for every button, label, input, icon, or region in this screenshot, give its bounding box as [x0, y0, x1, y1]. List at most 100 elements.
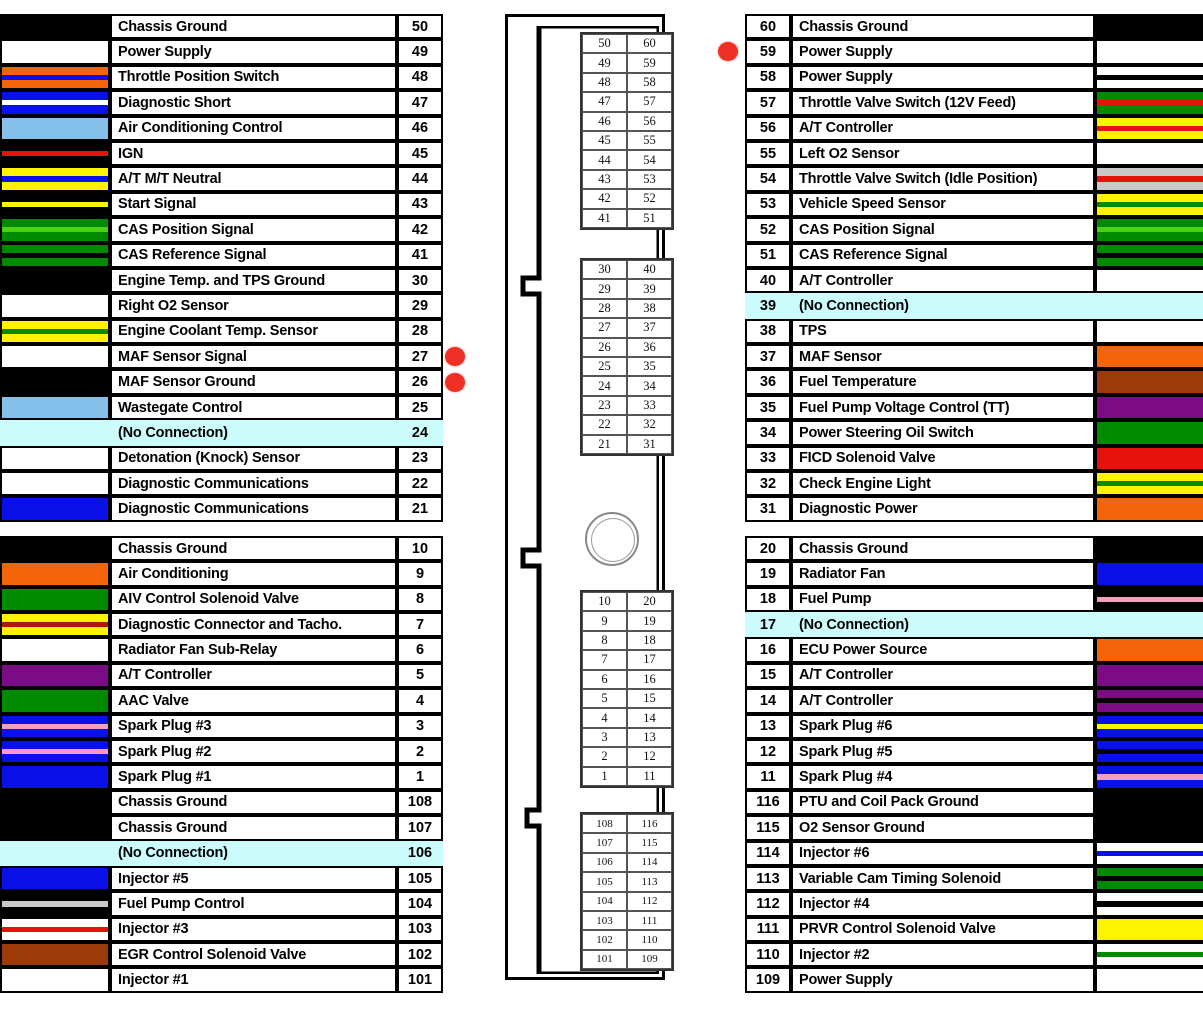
- table-row: 14 A/T Controller: [745, 688, 1203, 714]
- connector-pin: 42: [582, 189, 627, 209]
- connector-pin: 20: [627, 592, 672, 612]
- wire-stripe-yellow: [1097, 918, 1203, 941]
- pin-function-label: A/T Controller: [110, 662, 397, 689]
- pin-number: 55: [745, 140, 791, 167]
- wire-stripe-white: [2, 918, 108, 927]
- wire-stripe-green: [1097, 219, 1203, 228]
- wire-stripe-yellow: [2, 168, 108, 177]
- pin-function-label: Diagnostic Communications: [110, 471, 397, 497]
- pin-number: 39: [745, 293, 791, 319]
- pin-number: 5: [397, 662, 443, 689]
- wire-color-swatch: [0, 713, 110, 739]
- connector-pin: 105: [582, 872, 627, 892]
- wire-stripe-black: [2, 156, 108, 165]
- table-row: 52 CAS Position Signal: [745, 217, 1203, 243]
- pin-function-label: Chassis Ground: [110, 535, 397, 562]
- wire-stripe-white: [2, 41, 108, 63]
- connector-pin: 112: [627, 891, 672, 911]
- wire-stripe-white: [1097, 80, 1203, 89]
- pin-block-101-116: 108 116 107 115 106 114 105 113 104 112 103 111 102 1…: [580, 812, 674, 972]
- connector-pin: 12: [627, 747, 672, 767]
- connector-pin: 108: [582, 814, 627, 834]
- wire-stripe-yellow: [1097, 117, 1203, 126]
- connector-pin: 57: [627, 92, 672, 112]
- pin-number: 7: [397, 611, 443, 638]
- wire-color-swatch: [0, 586, 110, 612]
- connector-pin: 18: [627, 630, 672, 651]
- wire-color-swatch: [0, 496, 110, 522]
- table-row: Engine Coolant Temp. Sensor 28: [0, 318, 443, 345]
- wire-stripe-green: [2, 690, 108, 712]
- wire-stripe-white: [1097, 41, 1203, 63]
- connector-pin: 21: [582, 434, 627, 454]
- wire-stripe-black: [1097, 817, 1203, 839]
- table-row: 18 Fuel Pump: [745, 586, 1203, 612]
- connector-pin: 114: [627, 852, 672, 873]
- wire-stripe-black: [2, 371, 108, 393]
- wire-stripe-green: [1097, 867, 1203, 877]
- wire-color-swatch: [0, 535, 110, 562]
- pin-number: 49: [397, 39, 443, 65]
- pin-function-label: Variable Cam Timing Solenoid: [791, 865, 1095, 892]
- wire-stripe-orange: [1097, 639, 1203, 661]
- pin-number: 21: [397, 496, 443, 522]
- table-row: Air Conditioning Control 46: [0, 115, 443, 141]
- wire-color-swatch: [0, 217, 110, 243]
- connector-pin: 40: [627, 260, 672, 280]
- table-row: IGN 45: [0, 140, 443, 167]
- table-row: 55 Left O2 Sensor: [745, 140, 1203, 167]
- wire-stripe-yellow: [2, 614, 108, 623]
- pin-function-label: TPS: [791, 318, 1095, 345]
- pin-function-label: Check Engine Light: [791, 471, 1095, 497]
- pin-number: 29: [397, 293, 443, 319]
- highlight-marker-dot: [445, 372, 465, 392]
- wire-stripe-black: [1097, 537, 1203, 560]
- connector-pin: 34: [627, 376, 672, 396]
- pin-block-21-40: 30 40 29 39 28 38 27 37 26 36 25 35 24 34 23 33 22 32 21 31: [580, 258, 674, 456]
- wire-color-swatch: [1095, 865, 1203, 892]
- table-row: Right O2 Sensor 29: [0, 293, 443, 319]
- pin-number: 34: [745, 420, 791, 446]
- pin-block-1-20: 10 20 9 19 8 18 7 17 6 16 5 15 4 14 3 13 2 12 1 11: [580, 590, 674, 788]
- pin-number: 56: [745, 115, 791, 141]
- connector-pin: 27: [582, 318, 627, 338]
- wire-color-swatch: [1095, 471, 1203, 497]
- connector-pin: 7: [582, 650, 627, 670]
- table-row: Injector #1 101: [0, 967, 443, 993]
- wire-stripe-lightblue: [2, 396, 108, 419]
- table-row: 16 ECU Power Source: [745, 637, 1203, 663]
- wire-color-swatch: [0, 64, 110, 91]
- connector-pin: 8: [582, 630, 627, 651]
- wire-stripe-white: [2, 346, 108, 368]
- pin-number: 17: [745, 611, 791, 638]
- connector-pin: 31: [627, 434, 672, 454]
- wire-color-swatch: [0, 140, 110, 167]
- connector-pin: 47: [582, 92, 627, 112]
- wire-color-swatch: [0, 916, 110, 943]
- connector-pin: 48: [582, 72, 627, 93]
- connector-pin: 15: [627, 688, 672, 709]
- table-row: A/T M/T Neutral 44: [0, 166, 443, 192]
- pin-function-label: EGR Control Solenoid Valve: [110, 942, 397, 968]
- connector-pin: 113: [627, 872, 672, 892]
- table-row: Spark Plug #2 2: [0, 738, 443, 765]
- table-row: 35 Fuel Pump Voltage Control (TT): [745, 394, 1203, 421]
- connector-pin: 44: [582, 150, 627, 170]
- table-row: 110 Injector #2: [745, 942, 1203, 968]
- wire-color-swatch: [0, 738, 110, 765]
- wire-stripe-blue: [2, 766, 108, 788]
- connector-pin: 56: [627, 111, 672, 131]
- table-row: CAS Reference Signal 41: [0, 242, 443, 268]
- wire-stripe-green: [2, 232, 108, 241]
- table-row: Start Signal 43: [0, 191, 443, 218]
- wire-stripe-white: [2, 969, 108, 991]
- wire-stripe-blue: [2, 867, 108, 890]
- wire-stripe-white: [2, 931, 108, 941]
- wire-stripe-orange: [2, 563, 108, 585]
- table-row: 19 Radiator Fan: [745, 561, 1203, 587]
- table-row: 39 (No Connection): [745, 293, 1203, 319]
- connector-pin: 11: [627, 766, 672, 786]
- wire-stripe-black: [2, 142, 108, 152]
- connector-pin: 5: [582, 688, 627, 709]
- pin-number: 42: [397, 217, 443, 243]
